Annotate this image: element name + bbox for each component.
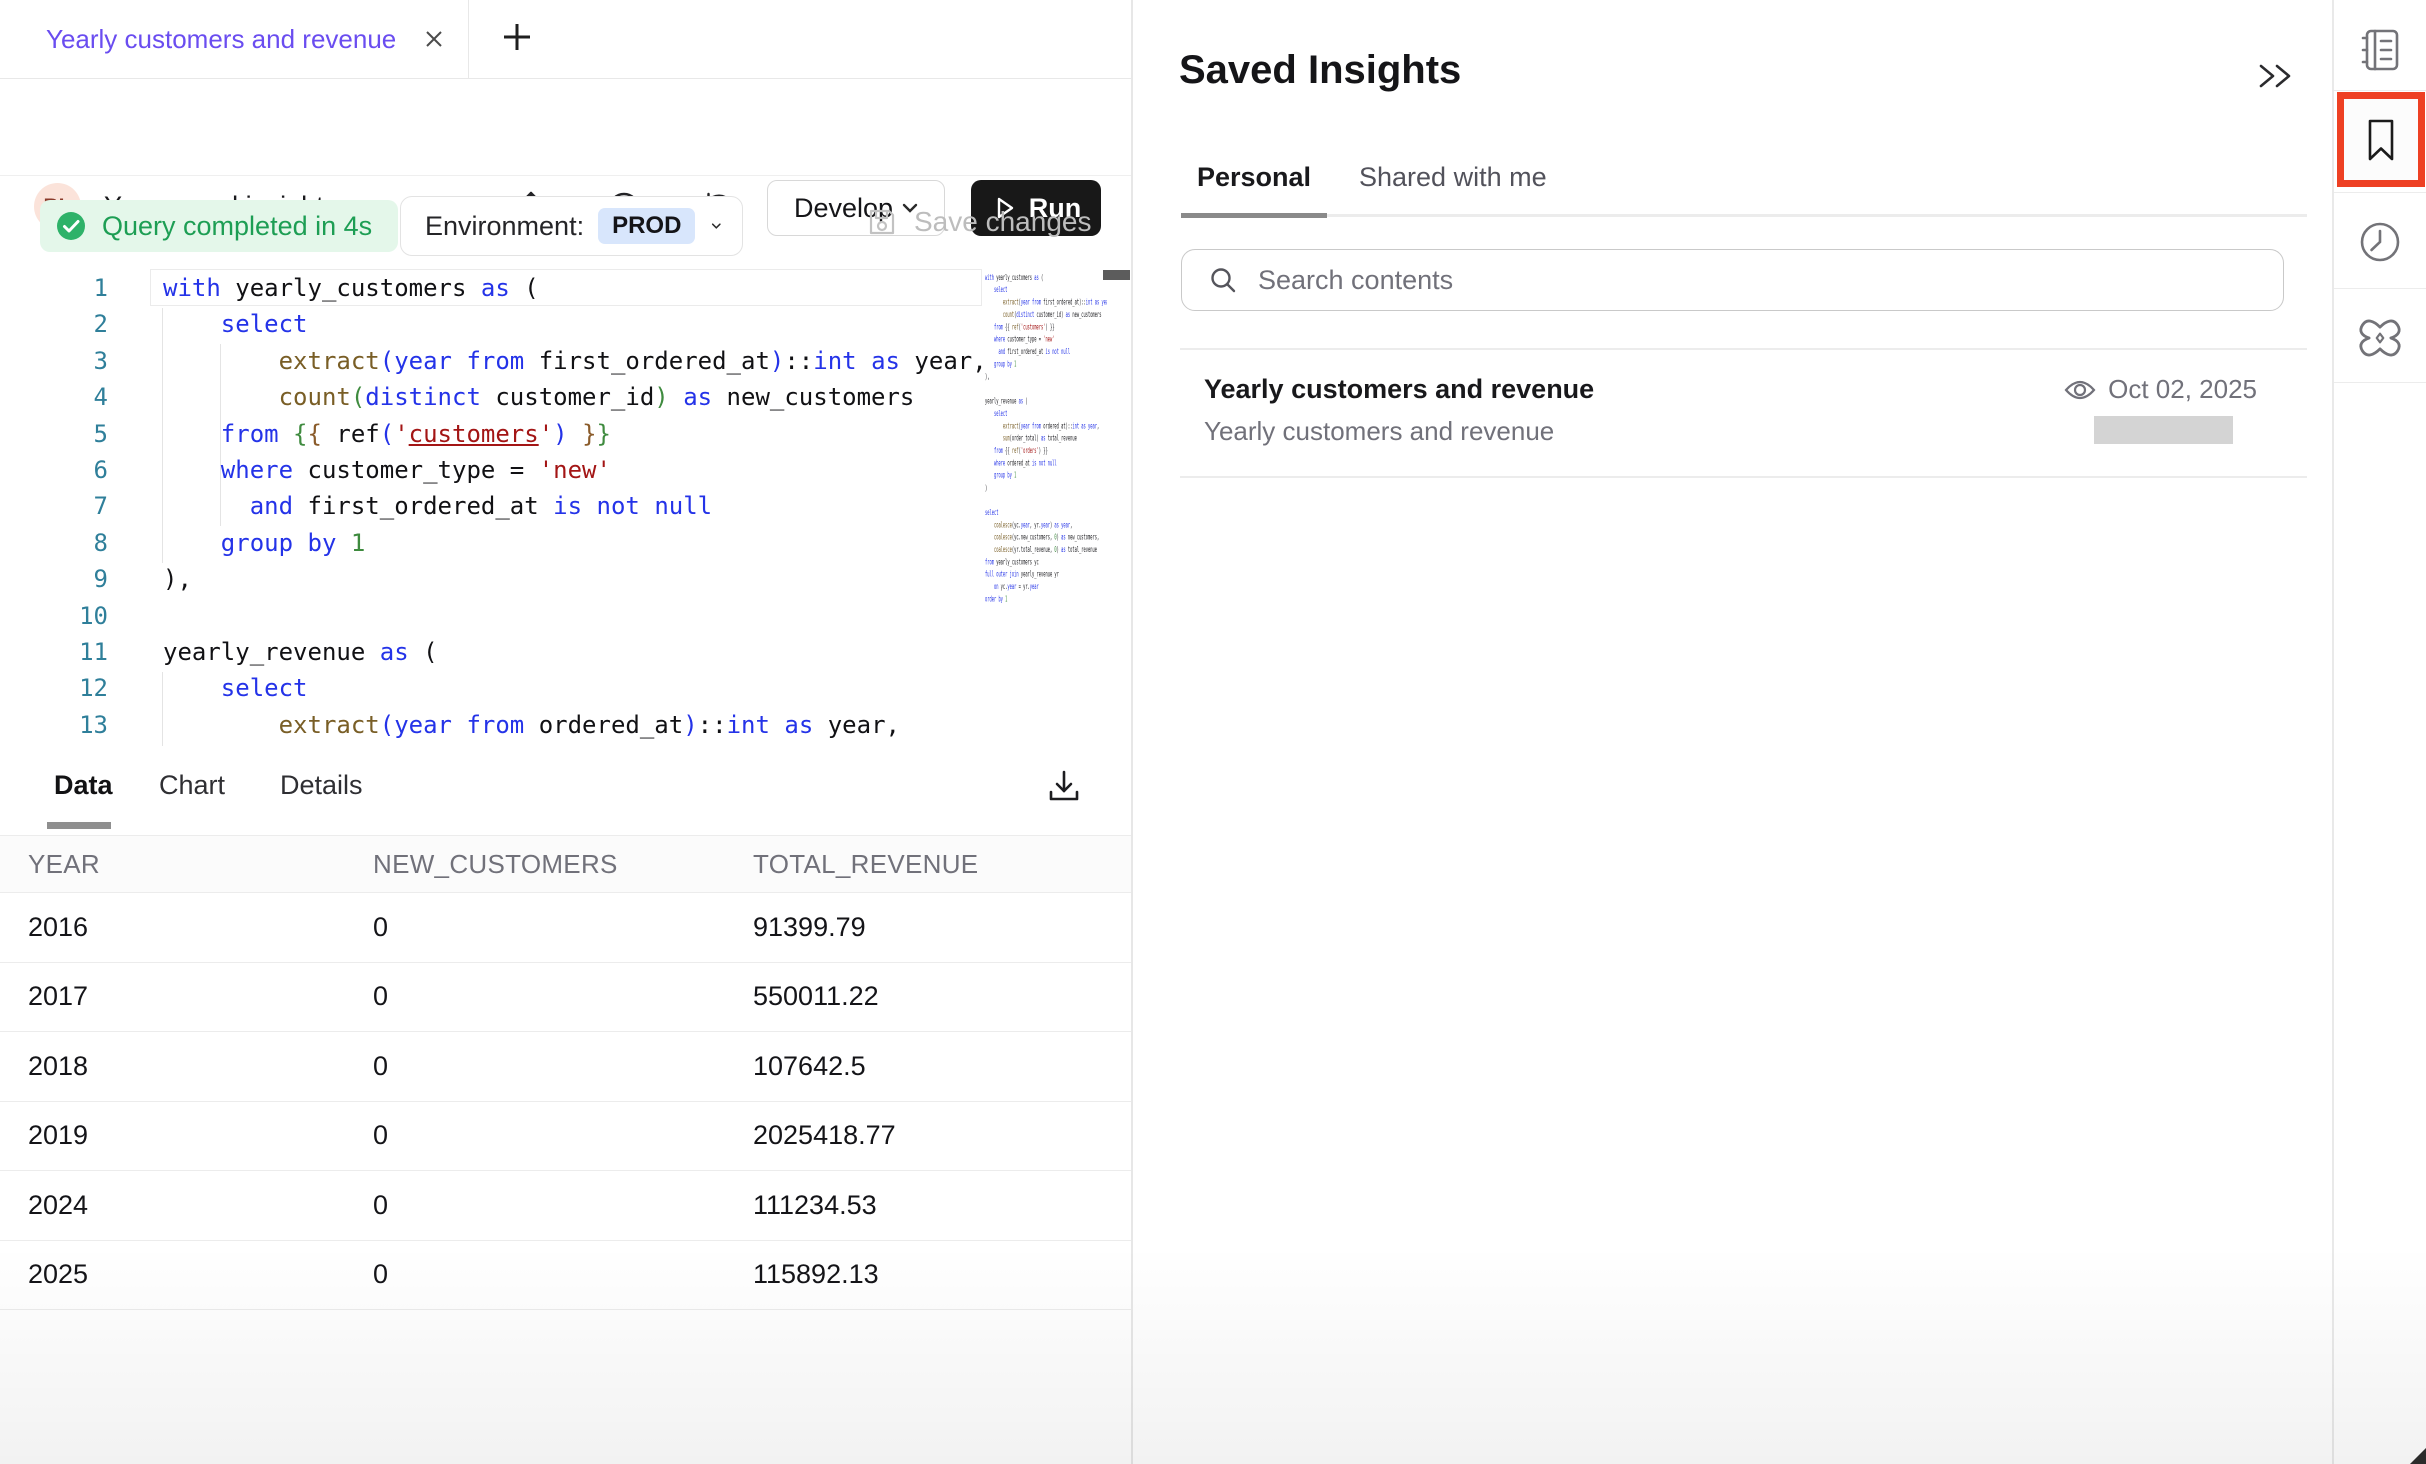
divider — [2334, 192, 2426, 193]
right-icon-sidebar — [2332, 0, 2426, 1464]
table-row[interactable]: 20180107642.5 — [0, 1032, 1131, 1102]
table-cell: 91399.79 — [753, 893, 1131, 963]
table-row[interactable]: 2016091399.79 — [0, 893, 1131, 963]
table-row[interactable]: 201902025418.77 — [0, 1101, 1131, 1171]
table-cell: 107642.5 — [753, 1032, 1131, 1102]
table-cell: 2024 — [0, 1171, 373, 1241]
line-number-gutter: 12345678910111213 — [0, 270, 108, 743]
table-cell: 2025418.77 — [753, 1101, 1131, 1171]
tab-personal[interactable]: Personal — [1197, 162, 1311, 193]
table-row[interactable]: 20240111234.53 — [0, 1171, 1131, 1241]
table-row[interactable]: 20170550011.22 — [0, 962, 1131, 1032]
sql-editor[interactable]: 12345678910111213 with yearly_customers … — [0, 268, 1131, 746]
table-cell: 550011.22 — [753, 962, 1131, 1032]
table-cell: 2019 — [0, 1101, 373, 1171]
table-cell: 2025 — [0, 1240, 373, 1310]
tab-yearly-customers[interactable]: Yearly customers and revenue — [0, 0, 469, 78]
table-cell: 0 — [373, 962, 753, 1032]
table-cell: 0 — [373, 1171, 753, 1241]
insight-item-title: Yearly customers and revenue — [1204, 374, 1594, 405]
divider — [2334, 288, 2426, 289]
tab-details[interactable]: Details — [280, 770, 363, 801]
results-table-body: 2016091399.7920170550011.2220180107642.5… — [0, 893, 1131, 1310]
minimap-code: with yearly_customers as ( select extrac… — [985, 271, 1107, 605]
editor-pane: Yearly customers and revenue BL Your sav… — [0, 0, 1133, 1464]
tab-data[interactable]: Data — [54, 770, 113, 801]
search-box[interactable] — [1181, 249, 2284, 311]
column-header: YEAR — [0, 836, 373, 893]
table-cell: 111234.53 — [753, 1171, 1131, 1241]
save-icon — [866, 206, 898, 238]
eye-icon — [2064, 378, 2096, 402]
table-cell: 2017 — [0, 962, 373, 1032]
resize-handle[interactable] — [2410, 1448, 2426, 1464]
tab-track — [1181, 214, 2307, 217]
search-icon — [1208, 265, 1238, 295]
tab-chart[interactable]: Chart — [159, 770, 225, 801]
loading-skeleton — [2094, 416, 2233, 444]
tab-title: Yearly customers and revenue — [46, 24, 396, 55]
table-cell: 115892.13 — [753, 1240, 1131, 1310]
divider — [1180, 476, 2307, 478]
insight-item-date: Oct 02, 2025 — [2108, 374, 2257, 405]
divider — [2334, 90, 2426, 91]
table-cell: 0 — [373, 893, 753, 963]
table-cell: 2018 — [0, 1032, 373, 1102]
chevron-down-icon — [709, 215, 724, 237]
environment-label: Environment: — [425, 211, 584, 242]
saved-insight-list-item[interactable]: Yearly customers and revenue Yearly cust… — [1180, 350, 2307, 476]
column-header: NEW_CUSTOMERS — [373, 836, 753, 893]
results-tab-bar: Data Chart Details — [0, 746, 1131, 835]
table-cell: 0 — [373, 1101, 753, 1171]
results-table-header: YEARNEW_CUSTOMERSTOTAL_REVENUE — [0, 836, 1131, 893]
collapse-panel-icon[interactable] — [2253, 56, 2297, 96]
table-cell: 2016 — [0, 893, 373, 963]
plus-icon — [500, 20, 534, 59]
editor-minimap[interactable]: with yearly_customers as ( select extrac… — [985, 271, 1107, 741]
query-status-text: Query completed in 4s — [102, 211, 372, 242]
search-input[interactable] — [1258, 265, 2158, 296]
bookmark-icon[interactable] — [2337, 92, 2425, 187]
save-changes-button[interactable]: Save changes — [866, 206, 1091, 238]
insight-header: BL Your saved insight Develop Run — [0, 79, 1131, 176]
panel-title: Saved Insights — [1179, 48, 1461, 93]
notebook-icon[interactable] — [2334, 20, 2426, 80]
new-tab-button[interactable] — [487, 0, 547, 78]
table-cell: 0 — [373, 1032, 753, 1102]
table-cell: 0 — [373, 1240, 753, 1310]
insight-item-meta: Oct 02, 2025 — [2064, 374, 2257, 405]
tab-shared-with-me[interactable]: Shared with me — [1359, 162, 1547, 193]
close-tab-icon[interactable] — [420, 25, 448, 53]
table-row[interactable]: 20250115892.13 — [0, 1240, 1131, 1310]
dbt-compass-icon[interactable] — [2334, 306, 2426, 370]
download-icon[interactable] — [1042, 764, 1086, 808]
check-circle-icon — [54, 209, 88, 243]
divider — [2334, 382, 2426, 383]
insight-item-subtitle: Yearly customers and revenue — [1204, 416, 1554, 447]
save-changes-label: Save changes — [914, 206, 1091, 238]
environment-badge: PROD — [598, 208, 695, 244]
status-row: Query completed in 4s Environment: PROD … — [0, 176, 1131, 268]
results-table: YEARNEW_CUSTOMERSTOTAL_REVENUE 201609139… — [0, 835, 1131, 1310]
saved-insights-panel: Saved Insights Personal Shared with me Y… — [1135, 0, 2332, 1464]
query-status-pill: Query completed in 4s — [40, 200, 398, 252]
editor-scrollbar-thumb[interactable] — [1103, 270, 1130, 280]
editor-tab-bar: Yearly customers and revenue — [0, 0, 1131, 79]
environment-selector[interactable]: Environment: PROD — [400, 196, 743, 256]
column-header: TOTAL_REVENUE — [753, 836, 1131, 893]
history-clock-icon[interactable] — [2334, 210, 2426, 274]
active-tab-underline — [47, 822, 111, 829]
active-tab-underline — [1181, 213, 1327, 218]
